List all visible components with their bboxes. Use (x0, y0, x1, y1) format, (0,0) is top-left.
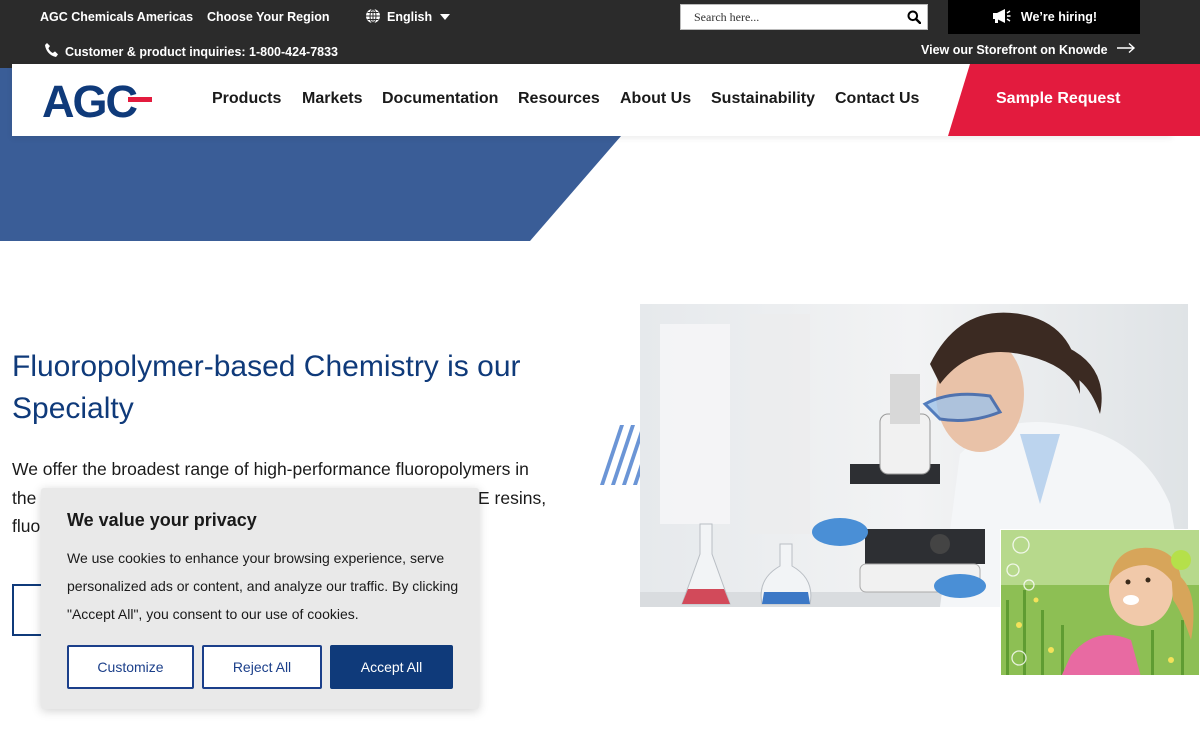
sample-request-button[interactable]: Sample Request (948, 64, 1200, 136)
cookie-consent-banner: We value your privacy We use cookies to … (41, 488, 479, 709)
reject-all-button[interactable]: Reject All (202, 645, 322, 689)
child-in-meadow-image (1000, 529, 1200, 676)
nav-about-us[interactable]: About Us (620, 90, 691, 108)
language-selector[interactable]: English (365, 8, 451, 27)
nav-documentation[interactable]: Documentation (382, 90, 498, 108)
globe-icon (365, 8, 381, 27)
nav-sustainability[interactable]: Sustainability (711, 90, 815, 108)
nav-resources[interactable]: Resources (518, 90, 600, 108)
sample-request-label: Sample Request (996, 90, 1121, 107)
hiring-button[interactable]: We’re hiring! (948, 0, 1140, 34)
hiring-label: We’re hiring! (1020, 10, 1098, 24)
hero-headline: Fluoropolymer-based Chemistry is our Spe… (12, 350, 521, 425)
choose-region-link[interactable]: Choose Your Region (207, 10, 329, 24)
megaphone-icon (991, 8, 1011, 27)
utility-bar: AGC Chemicals Americas Choose Your Regio… (0, 0, 1200, 68)
phone-text[interactable]: Customer & product inquiries: 1-800-424-… (65, 45, 338, 59)
nav-products[interactable]: Products (212, 90, 281, 108)
agc-logo[interactable]: AGC (42, 76, 152, 127)
hero-body-line2-start: the (12, 487, 37, 508)
storefront-link[interactable]: View our Storefront on Knowde (921, 42, 1136, 57)
customize-button[interactable]: Customize (67, 645, 194, 689)
caret-down-icon (440, 14, 451, 20)
search-input[interactable] (681, 5, 901, 29)
cookie-text: We use cookies to enhance your browsing … (67, 550, 459, 622)
phone-icon (44, 42, 58, 61)
page: AGC Chemicals Americas Choose Your Regio… (0, 0, 1200, 750)
search-icon[interactable] (901, 5, 927, 29)
hero-body-line1: We offer the broadest range of high-perf… (12, 459, 529, 479)
hero-body-line2-end: E resins, (478, 487, 547, 508)
phone-inquiries: Customer & product inquiries: 1-800-424-… (44, 42, 338, 61)
nav-markets[interactable]: Markets (302, 90, 362, 108)
arrow-right-icon (1116, 42, 1136, 57)
accept-all-button[interactable]: Accept All (330, 645, 453, 689)
storefront-label: View our Storefront on Knowde (921, 42, 1108, 57)
language-label: English (387, 10, 433, 24)
site-name-link[interactable]: AGC Chemicals Americas (40, 10, 193, 24)
search-box (680, 4, 928, 30)
logo-text: AGC (42, 80, 138, 120)
cookie-title: We value your privacy (67, 510, 257, 530)
nav-contact-us[interactable]: Contact Us (835, 90, 919, 108)
